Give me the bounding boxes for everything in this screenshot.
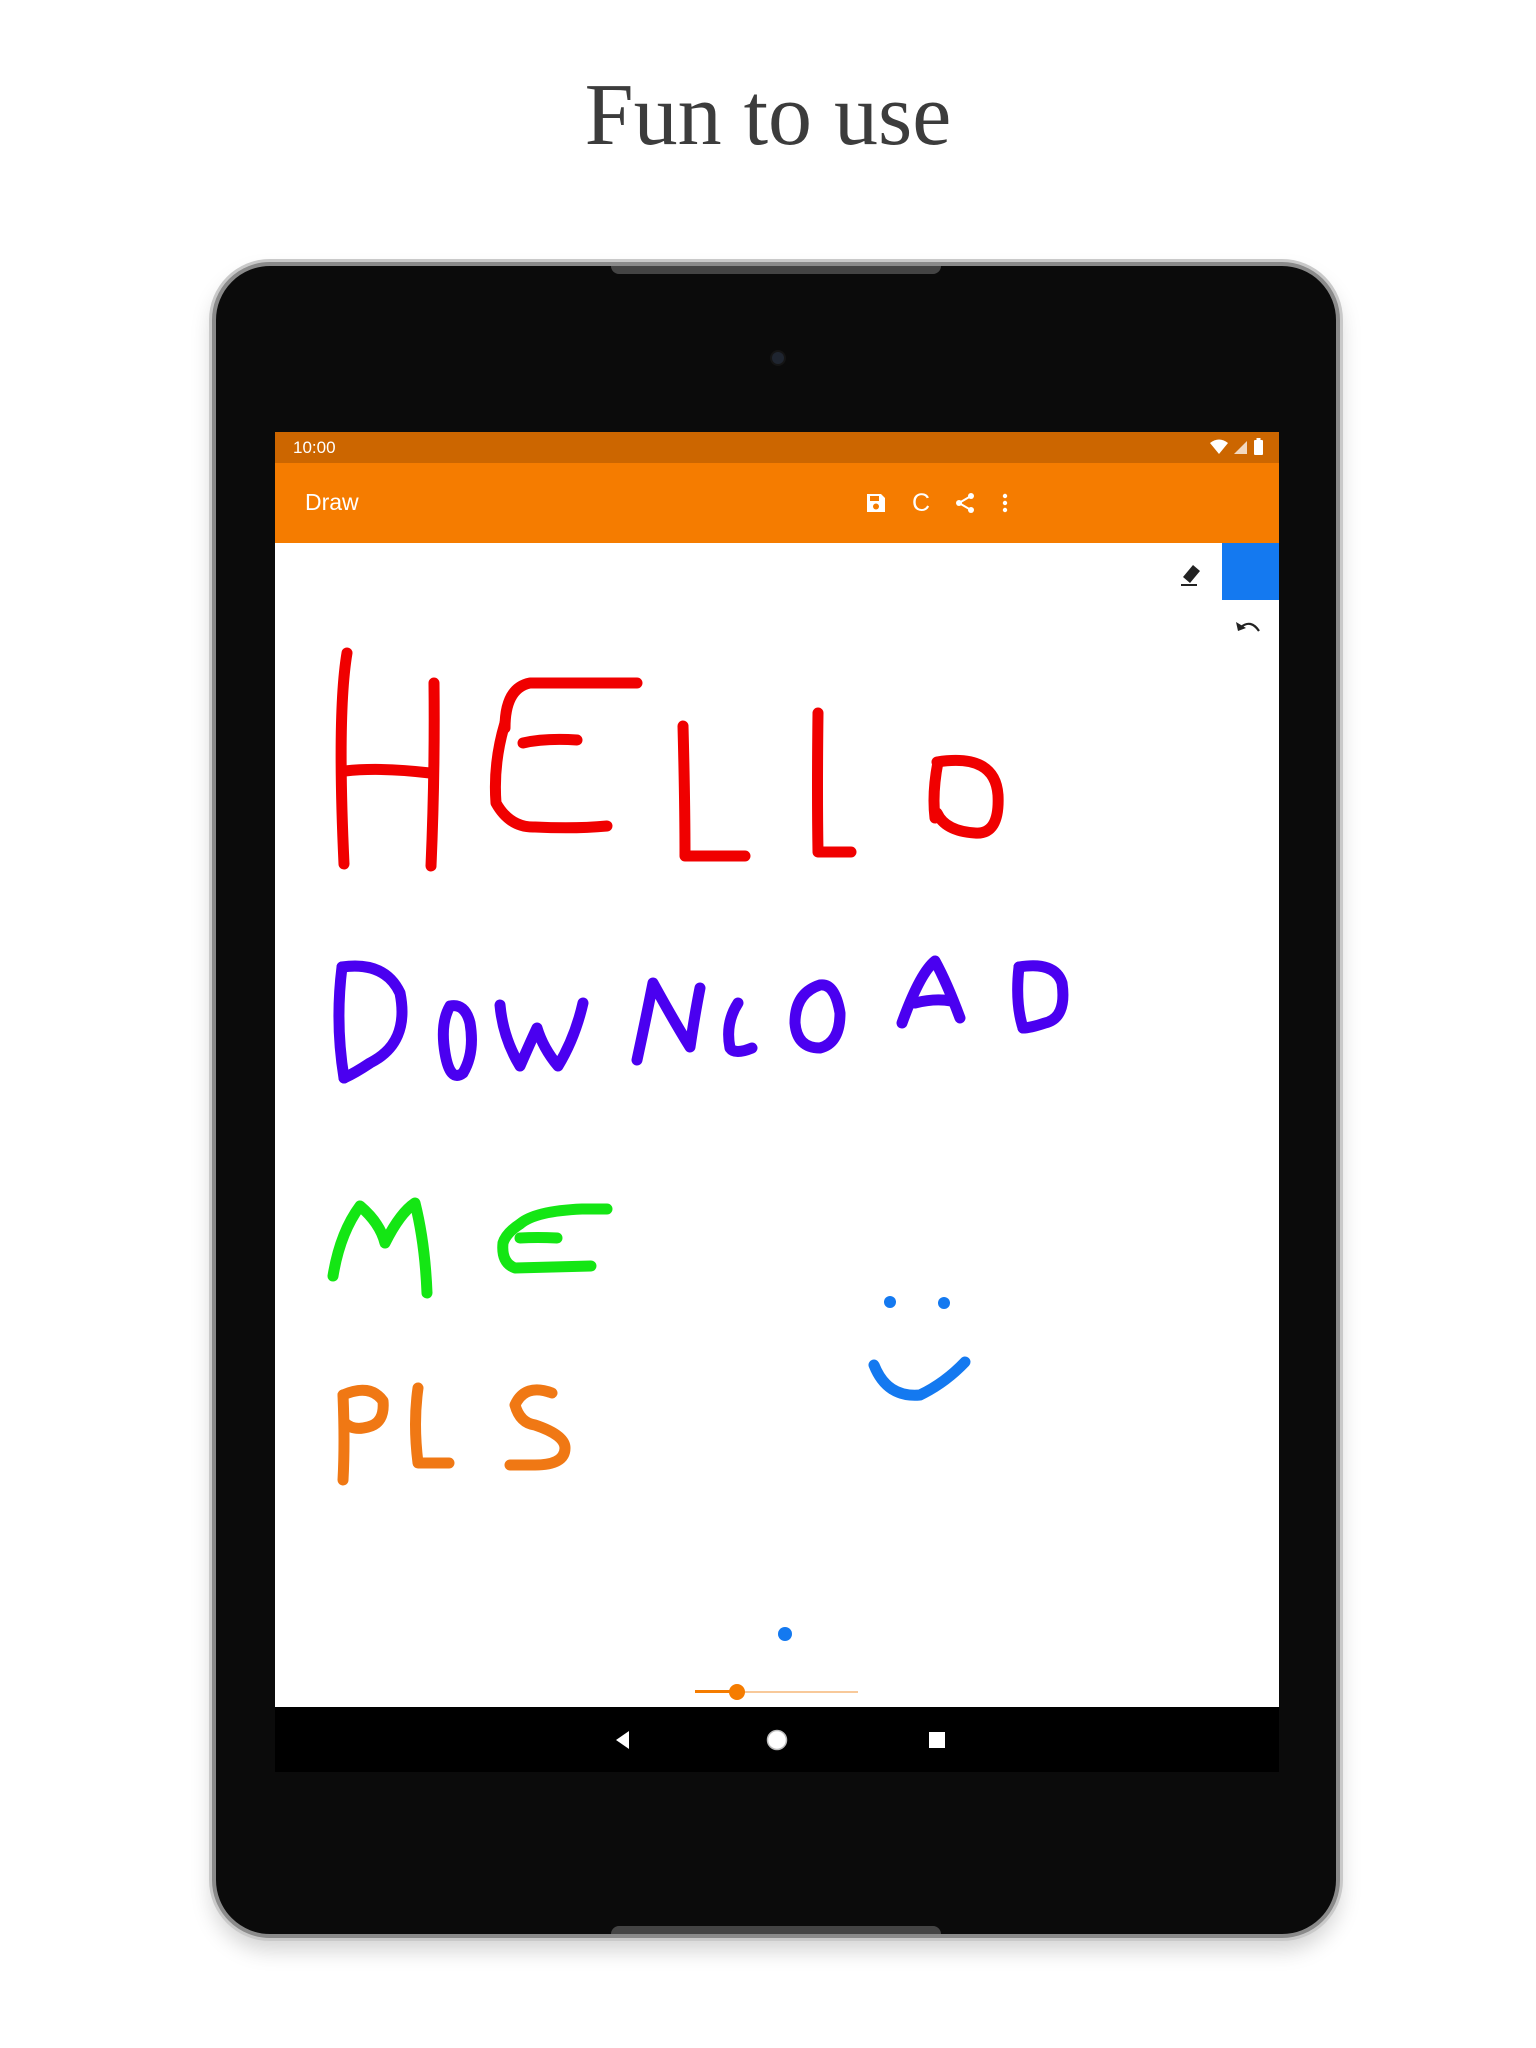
battery-icon bbox=[1254, 438, 1263, 455]
status-time: 10:00 bbox=[293, 437, 336, 457]
hello-strokes bbox=[335, 647, 1004, 872]
brush-size-thumb[interactable] bbox=[729, 1684, 746, 1700]
pls-strokes bbox=[337, 1382, 571, 1486]
signal-icon bbox=[1234, 440, 1247, 454]
headline: Fun to use bbox=[584, 67, 952, 164]
color-picker-button[interactable] bbox=[1222, 543, 1279, 600]
share-icon bbox=[956, 493, 974, 513]
home-icon[interactable] bbox=[761, 1724, 793, 1756]
clear-button[interactable]: C bbox=[901, 483, 941, 523]
me-strokes bbox=[327, 1197, 613, 1299]
app-bar: Draw C bbox=[275, 463, 1279, 543]
top-speaker bbox=[611, 266, 941, 274]
back-icon[interactable] bbox=[607, 1724, 639, 1756]
drawing-strokes bbox=[327, 647, 1069, 1486]
status-icons bbox=[1210, 438, 1263, 455]
download-strokes bbox=[333, 955, 1069, 1084]
smiley-eye-left bbox=[884, 1296, 896, 1308]
app-title: Draw bbox=[305, 489, 359, 515]
undo-icon bbox=[1236, 622, 1260, 632]
bottom-speaker bbox=[611, 1926, 941, 1934]
save-button[interactable] bbox=[856, 483, 896, 523]
device-screen: 10:00 Draw C bbox=[275, 432, 1279, 1772]
eraser-icon bbox=[1181, 565, 1200, 586]
front-camera bbox=[772, 352, 784, 364]
brush-size-preview bbox=[778, 1627, 792, 1641]
clear-button-label: C bbox=[911, 488, 931, 517]
brush-size-slider[interactable] bbox=[695, 1682, 858, 1702]
tablet-frame: 10:00 Draw C bbox=[212, 262, 1340, 1938]
status-bar: 10:00 bbox=[275, 432, 1279, 463]
overflow-menu-icon bbox=[1002, 493, 1008, 513]
navigation-bar bbox=[275, 1707, 1279, 1772]
smiley-eye-right bbox=[938, 1297, 950, 1309]
share-button[interactable] bbox=[945, 483, 985, 523]
overflow-menu-button[interactable] bbox=[985, 483, 1025, 523]
save-icon bbox=[867, 494, 885, 512]
wifi-icon bbox=[1210, 439, 1228, 454]
undo-button[interactable] bbox=[1233, 617, 1263, 641]
eraser-button[interactable] bbox=[1177, 559, 1205, 587]
drawing-canvas[interactable] bbox=[275, 543, 1279, 1707]
recents-icon[interactable] bbox=[921, 1724, 953, 1756]
smiley-strokes bbox=[868, 1296, 971, 1401]
